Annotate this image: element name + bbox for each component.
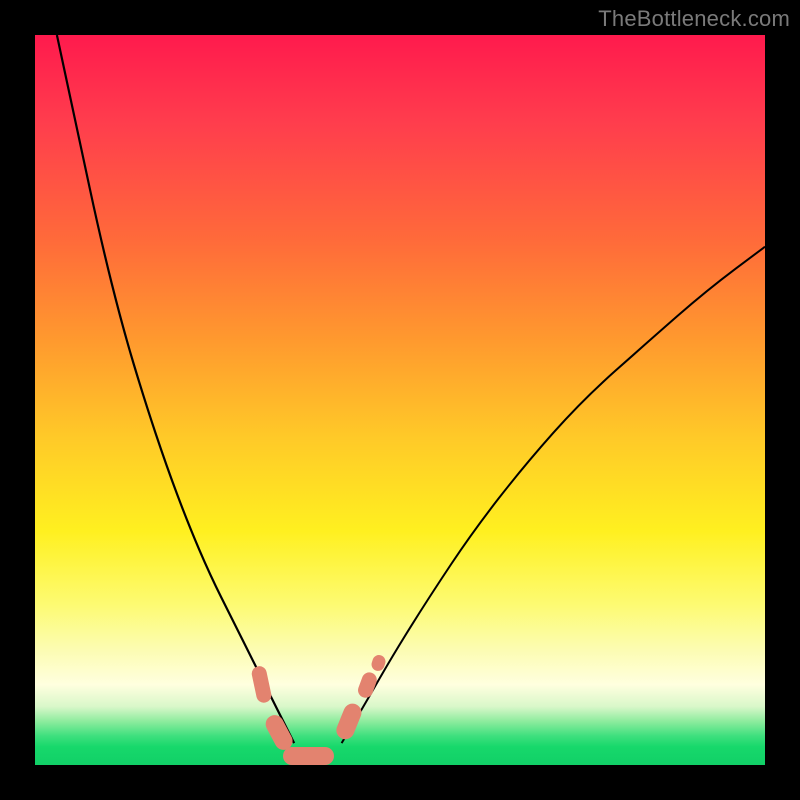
watermark-text: TheBottleneck.com — [598, 6, 790, 32]
outer-frame: TheBottleneck.com — [0, 0, 800, 800]
curve-right-arm — [342, 247, 765, 743]
plot-area — [35, 35, 765, 765]
curve-left-arm — [57, 35, 294, 743]
curve-svg — [35, 35, 765, 765]
chip-valley — [283, 747, 334, 765]
